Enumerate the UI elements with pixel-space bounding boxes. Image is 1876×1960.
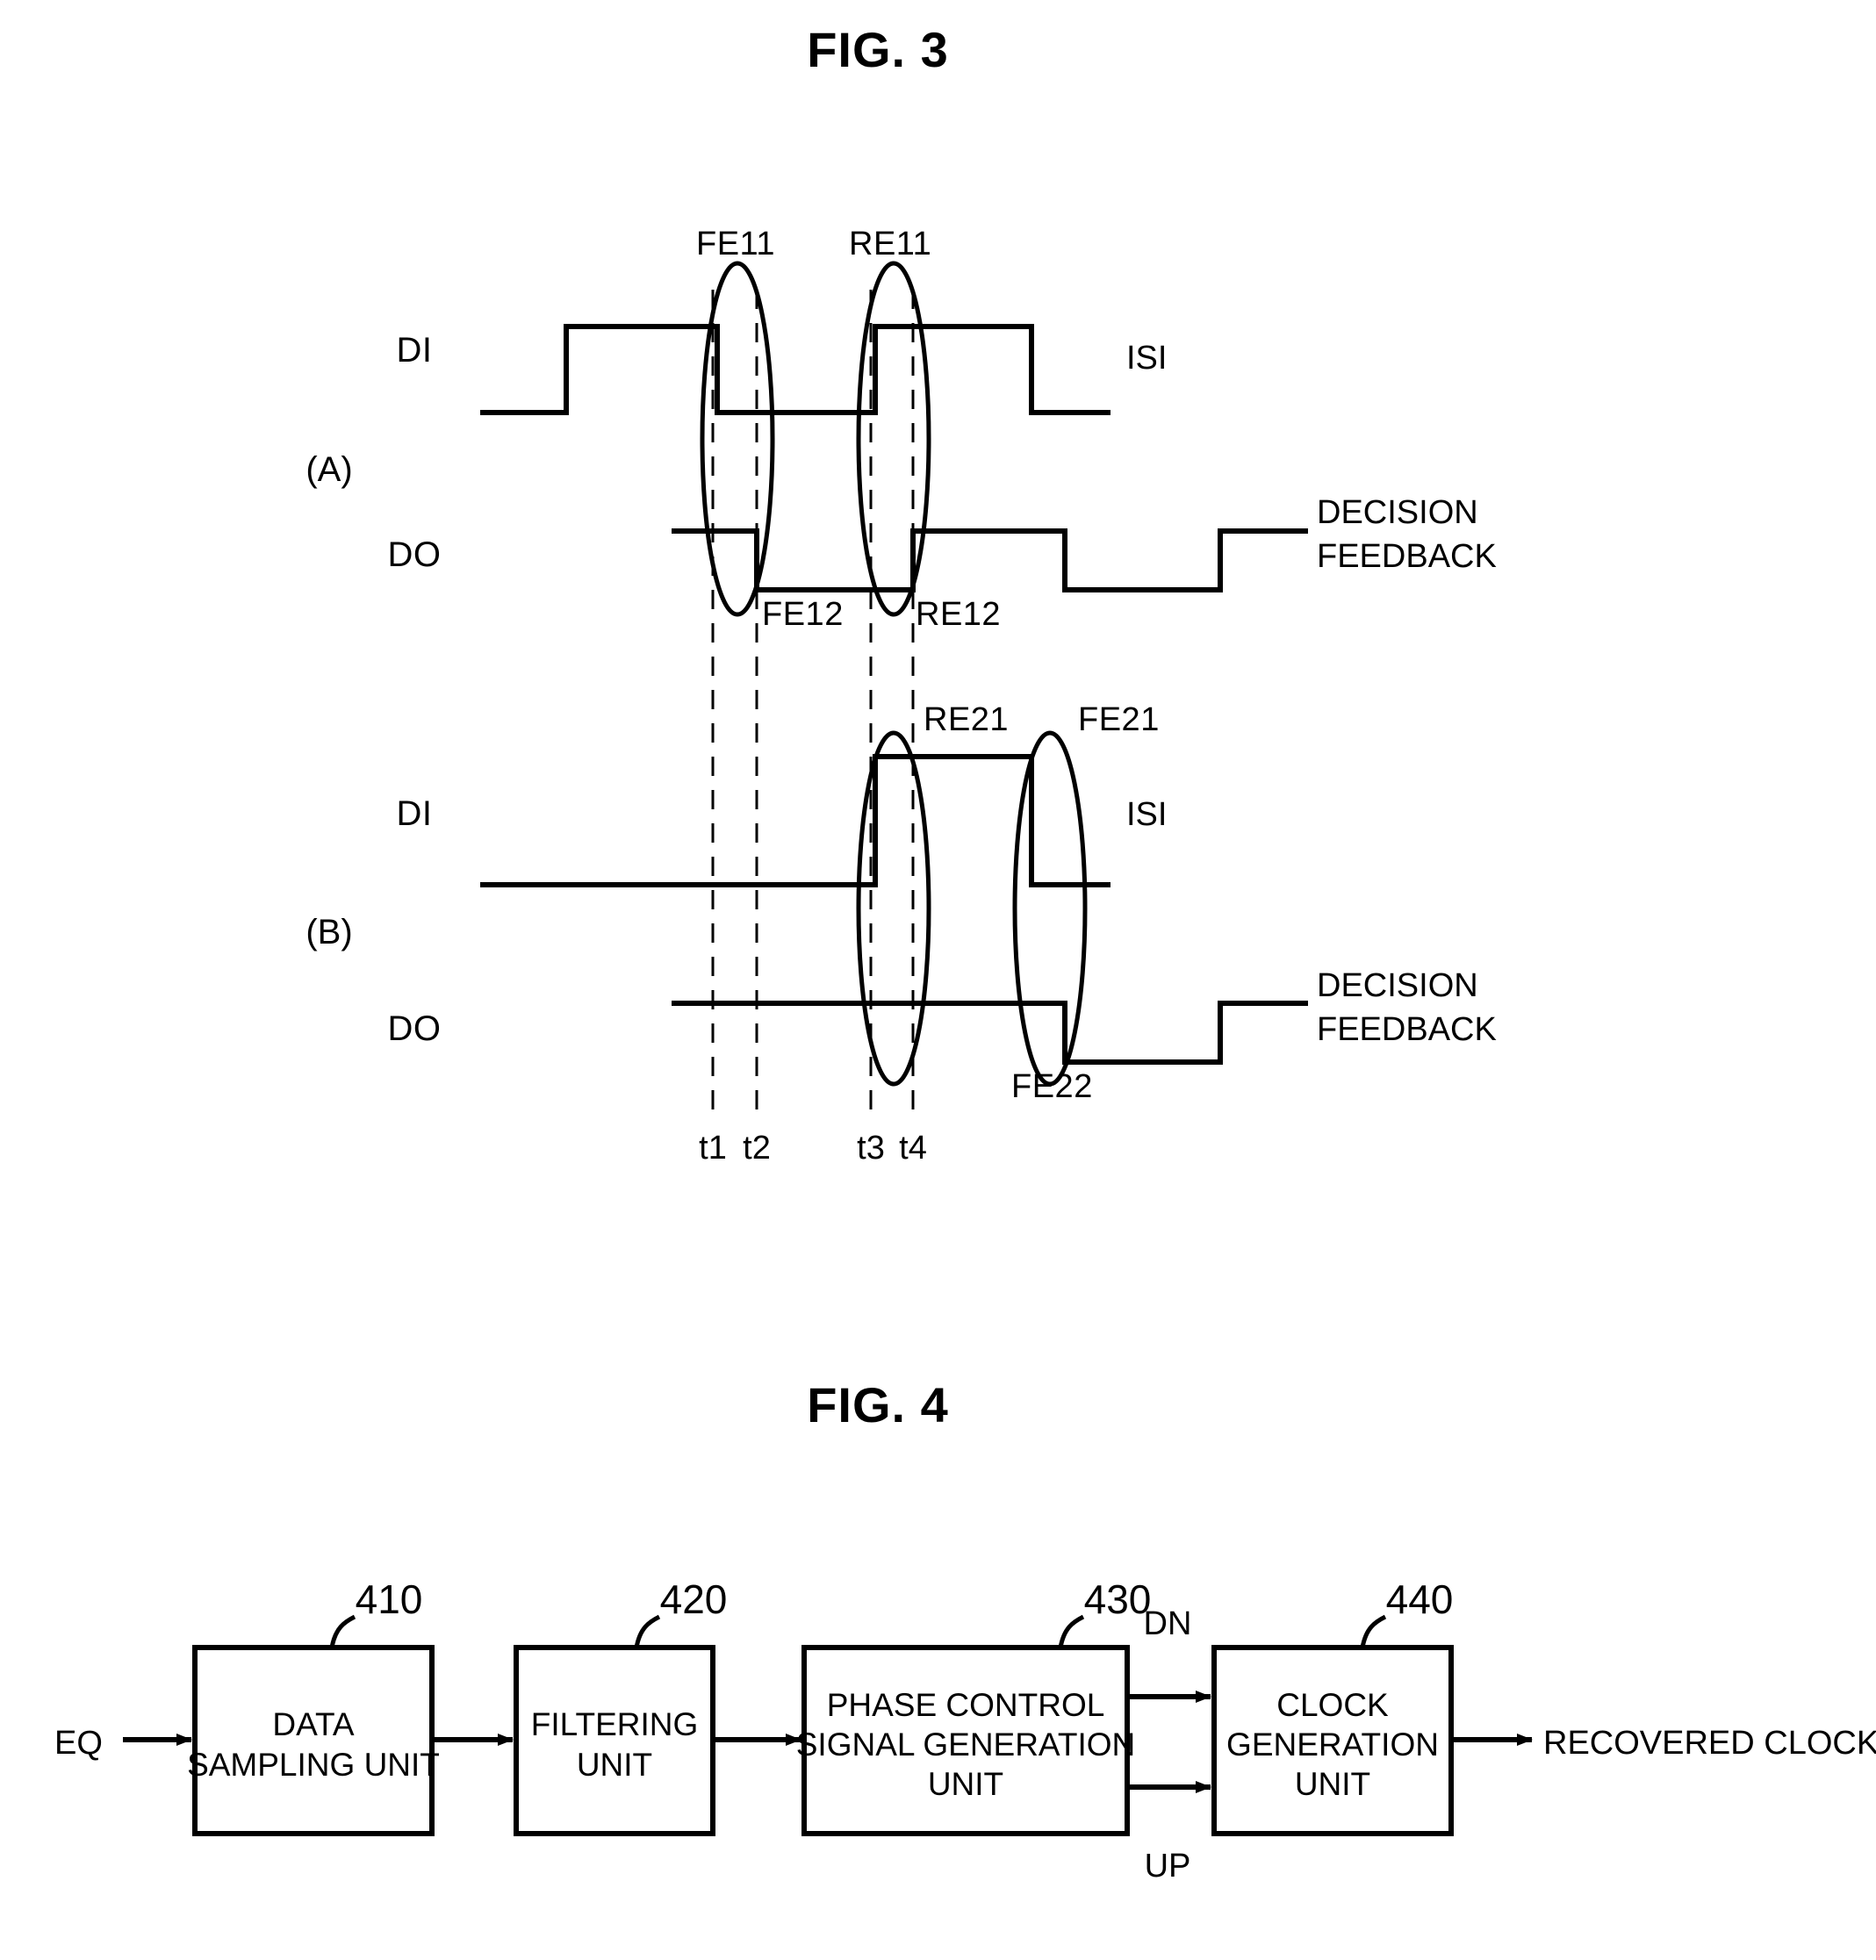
edge-label-fe12: FE12 xyxy=(762,596,844,633)
block-430-line2: SIGNAL GENERATION xyxy=(796,1727,1136,1763)
ellipse-re-group-b xyxy=(856,730,931,1087)
block-430-line1: PHASE CONTROL xyxy=(827,1687,1105,1723)
signal-label-do-b: DO xyxy=(388,1009,442,1048)
port-label-up: UP xyxy=(1145,1848,1191,1885)
patent-figure-page: FIG. 3 (A) DI DO ISI DECISION FEEDBACK F… xyxy=(0,0,1876,1960)
fig3-title: FIG. 3 xyxy=(807,22,949,77)
ellipse-fe-group-b xyxy=(1012,730,1088,1087)
isi-note-a: ISI xyxy=(1126,340,1167,377)
signal-label-di-b: DI xyxy=(397,794,433,833)
input-label-eq: EQ xyxy=(54,1725,103,1762)
block-410-line1: DATA xyxy=(272,1706,355,1742)
signal-label-do-a: DO xyxy=(388,535,442,574)
leader-430 xyxy=(1058,1614,1085,1648)
ref-number-440: 440 xyxy=(1386,1576,1454,1622)
block-430-line3: UNIT xyxy=(928,1766,1003,1802)
feedback-note-a: FEEDBACK xyxy=(1317,538,1497,575)
time-label-t1: t1 xyxy=(699,1130,727,1167)
block-410-line2: SAMPLING UNIT xyxy=(187,1747,440,1783)
section-label-a: (A) xyxy=(305,450,352,489)
leader-440 xyxy=(1360,1614,1387,1648)
edge-label-fe22: FE22 xyxy=(1011,1068,1093,1105)
figure-canvas: FIG. 3 (A) DI DO ISI DECISION FEEDBACK F… xyxy=(54,22,1876,1885)
edge-label-fe11: FE11 xyxy=(696,226,775,262)
waveform-do-section-b xyxy=(672,1001,1308,1065)
decision-note-a: DECISION xyxy=(1317,494,1478,531)
edge-label-re12: RE12 xyxy=(916,596,1001,633)
feedback-note-b: FEEDBACK xyxy=(1317,1011,1497,1048)
signal-label-di-a: DI xyxy=(397,331,433,370)
output-label-recovered-clock: RECOVERED CLOCK xyxy=(1543,1725,1876,1762)
ref-number-430: 430 xyxy=(1084,1576,1152,1622)
ref-number-410: 410 xyxy=(356,1576,423,1622)
leader-420 xyxy=(634,1614,661,1648)
edge-label-fe21: FE21 xyxy=(1078,701,1160,738)
block-440-line2: GENERATION xyxy=(1226,1727,1439,1763)
leader-410 xyxy=(329,1614,356,1648)
waveform-di-section-a xyxy=(480,324,1111,415)
time-label-t3: t3 xyxy=(857,1130,885,1167)
time-label-t2: t2 xyxy=(743,1130,771,1167)
isi-note-b: ISI xyxy=(1126,796,1167,833)
block-440-line1: CLOCK xyxy=(1276,1687,1389,1723)
edge-label-re11: RE11 xyxy=(849,226,931,262)
block-420-line1: FILTERING xyxy=(531,1706,699,1742)
fig4-title: FIG. 4 xyxy=(807,1377,949,1432)
section-label-b: (B) xyxy=(305,913,352,951)
ref-number-420: 420 xyxy=(660,1576,728,1622)
time-label-t4: t4 xyxy=(899,1130,927,1167)
block-420-line2: UNIT xyxy=(577,1747,652,1783)
decision-note-b: DECISION xyxy=(1317,967,1478,1004)
ellipse-re-group-a xyxy=(856,261,931,617)
block-440-line3: UNIT xyxy=(1295,1766,1370,1802)
edge-label-re21: RE21 xyxy=(924,701,1009,738)
port-label-dn: DN xyxy=(1144,1605,1192,1642)
